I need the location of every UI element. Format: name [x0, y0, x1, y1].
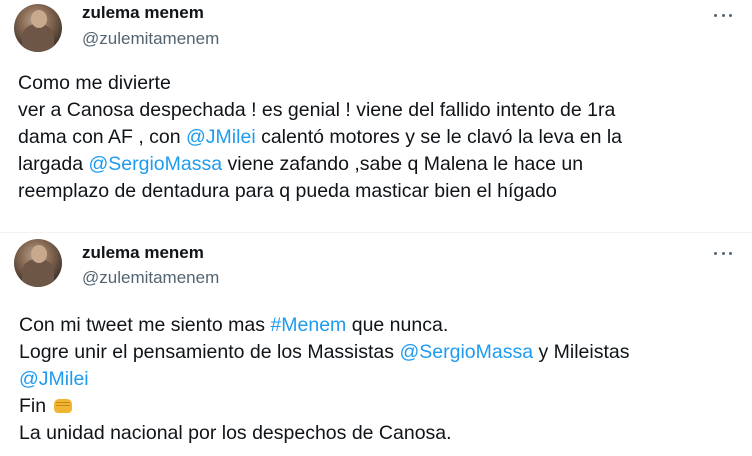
tweet-text: Como me divierte ver a Canosa despechada … [18, 70, 738, 205]
more-options-icon[interactable] [714, 250, 732, 256]
tweet-line: Logre unir el pensamiento de los Massist… [19, 339, 739, 366]
tweet-line: ver a Canosa despechada ! es genial ! vi… [18, 97, 738, 124]
mention-link[interactable]: @SergioMassa [88, 153, 222, 175]
tweet-text-segment: calentó motores y se le clavó la leva en… [255, 126, 623, 148]
tweet-line: Como me divierte [18, 70, 738, 97]
tweet-text-segment: La unidad nacional por los despechos de … [19, 422, 452, 444]
tweet-2[interactable]: zulema menem @zulemitamenem Con mi tweet… [0, 232, 752, 456]
tweet-text: Con mi tweet me siento mas #Menem que nu… [19, 312, 739, 447]
avatar[interactable] [14, 4, 62, 52]
mention-link[interactable]: @JMilei [186, 126, 256, 148]
tweet-line: Fin [19, 393, 739, 420]
author-handle[interactable]: @zulemitamenem [82, 29, 219, 49]
tweet-text-segment: ver a Canosa despechada ! es genial ! vi… [18, 99, 616, 121]
tweet-text-segment: largada [18, 153, 89, 175]
author-handle[interactable]: @zulemitamenem [82, 268, 219, 288]
tweet-text-segment: dama con AF , con [18, 126, 187, 148]
mention-link[interactable]: @SergioMassa [399, 341, 533, 363]
tweet-text-segment: y Mileistas [533, 341, 630, 363]
tweet-text-segment: viene zafando ,sabe q Malena le hace un [222, 153, 584, 175]
tweet-text-segment: Logre unir el pensamiento de los Massist… [19, 341, 400, 363]
mention-link[interactable]: @JMilei [19, 368, 89, 390]
tweet-line: reemplazo de dentadura para q pueda mast… [18, 178, 738, 205]
fist-icon [53, 399, 72, 413]
author-name[interactable]: zulema menem [82, 3, 204, 23]
tweet-text-segment: reemplazo de dentadura para q pueda mast… [18, 180, 557, 202]
more-options-icon[interactable] [714, 12, 732, 18]
tweet-line: largada @SergioMassa viene zafando ,sabe… [18, 151, 738, 178]
avatar[interactable] [14, 239, 62, 287]
tweet-line: dama con AF , con @JMilei calentó motore… [18, 124, 738, 151]
tweet-text-segment: Fin [19, 395, 52, 417]
tweet-text-segment: que nunca. [346, 314, 449, 336]
tweet-line: La unidad nacional por los despechos de … [19, 420, 739, 447]
hashtag-link[interactable]: #Menem [270, 314, 346, 336]
tweet-1[interactable]: zulema menem @zulemitamenem Como me divi… [0, 0, 752, 232]
tweet-text-segment: Como me divierte [18, 72, 171, 94]
tweet-line: @JMilei [19, 366, 739, 393]
author-name[interactable]: zulema menem [82, 243, 204, 263]
tweet-line: Con mi tweet me siento mas #Menem que nu… [19, 312, 739, 339]
tweet-text-segment: Con mi tweet me siento mas [19, 314, 271, 336]
